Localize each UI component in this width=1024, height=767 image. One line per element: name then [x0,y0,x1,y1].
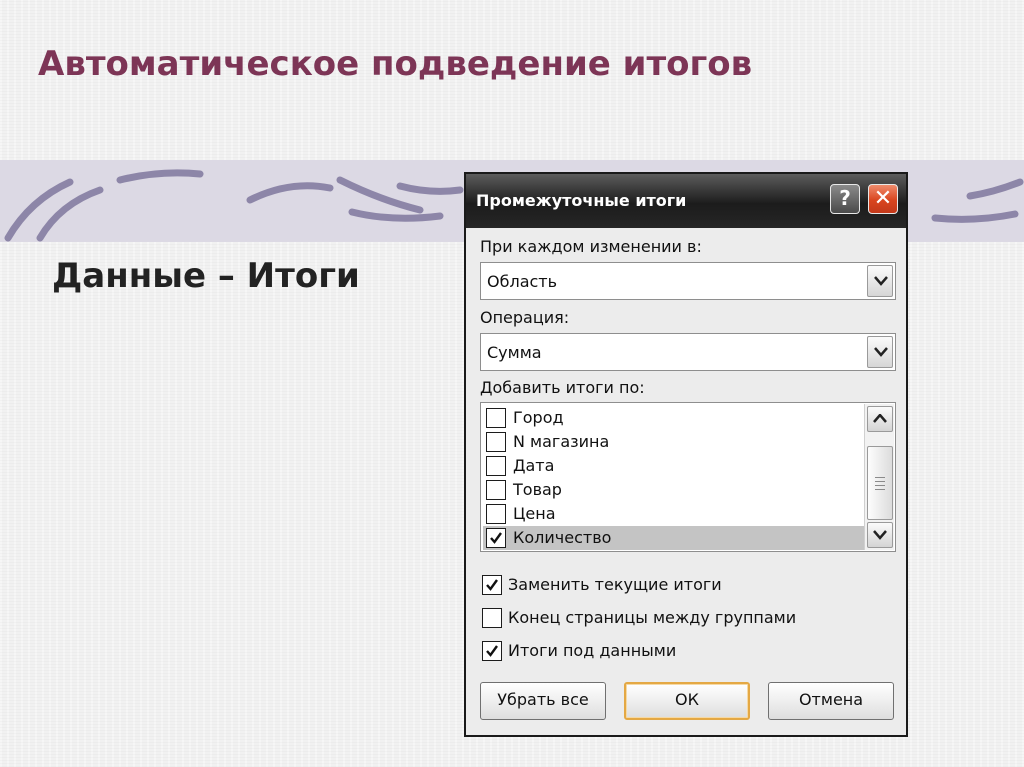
dialog-titlebar[interactable]: Промежуточные итоги ? ✕ [466,174,906,228]
slide-subtitle: Данные – Итоги [52,256,360,296]
list-item-store-number[interactable]: N магазина [483,430,865,454]
operation-value: Сумма [487,343,542,362]
scroll-up-button[interactable] [867,406,893,432]
remove-all-button[interactable]: Убрать все [480,682,606,720]
list-item-quantity[interactable]: Количество [483,526,865,550]
operation-select[interactable]: Сумма [480,333,896,371]
list-checkbox[interactable] [486,456,506,476]
list-item-product[interactable]: Товар [483,478,865,502]
replace-current-totals-checkbox[interactable] [482,575,502,595]
list-item-label: Дата [513,456,555,475]
summary-below-data-label: Итоги под данными [508,641,677,660]
list-item-label: N магазина [513,432,610,451]
list-checkbox[interactable] [486,408,506,428]
list-checkbox[interactable] [486,528,506,548]
chevron-down-icon [874,276,888,286]
group-by-select[interactable]: Область [480,262,896,300]
checkmark-icon [490,532,502,544]
list-checkbox[interactable] [486,480,506,500]
list-item-price[interactable]: Цена [483,502,865,526]
help-icon: ? [839,186,851,210]
list-checkbox[interactable] [486,432,506,452]
group-by-label: При каждом изменении в: [480,237,702,256]
list-item-label: Город [513,408,564,427]
dialog-title: Промежуточные итоги [476,191,687,210]
subtotals-dialog: Промежуточные итоги ? ✕ При каждом измен… [464,172,908,737]
chevron-down-icon [874,347,888,357]
chevron-up-icon [873,414,887,423]
slide-title: Автоматическое подведение итогов [38,44,753,84]
close-button[interactable]: ✕ [868,184,898,214]
scroll-thumb[interactable] [867,446,893,520]
checkmark-icon [486,579,498,591]
chevron-down-icon [873,530,887,540]
summary-below-data-checkbox[interactable] [482,641,502,661]
replace-current-totals-label: Заменить текущие итоги [508,575,722,594]
page-break-label: Конец страницы между группами [508,608,797,627]
add-totals-list[interactable]: Город N магазина Дата Товар Цена Количес… [480,402,896,552]
grip-line [875,477,885,478]
grip-line [875,481,885,482]
group-by-value: Область [487,272,558,291]
scroll-down-button[interactable] [867,522,893,548]
checkmark-icon [486,645,498,657]
group-by-dropdown-button[interactable] [867,265,893,297]
list-item-label: Цена [513,504,556,523]
list-item-city[interactable]: Город [483,406,865,430]
grip-line [875,489,885,490]
list-item-label: Товар [513,480,562,499]
grip-line [875,485,885,486]
list-checkbox[interactable] [486,504,506,524]
list-item-label: Количество [513,528,612,547]
list-item-date[interactable]: Дата [483,454,865,478]
help-button[interactable]: ? [830,184,860,214]
add-totals-label: Добавить итоги по: [480,378,645,397]
page-break-checkbox[interactable] [482,608,502,628]
ok-button[interactable]: ОК [624,682,750,720]
operation-label: Операция: [480,308,570,327]
cancel-button[interactable]: Отмена [768,682,894,720]
operation-dropdown-button[interactable] [867,336,893,368]
close-icon: ✕ [873,186,893,211]
list-scrollbar[interactable] [864,404,894,550]
